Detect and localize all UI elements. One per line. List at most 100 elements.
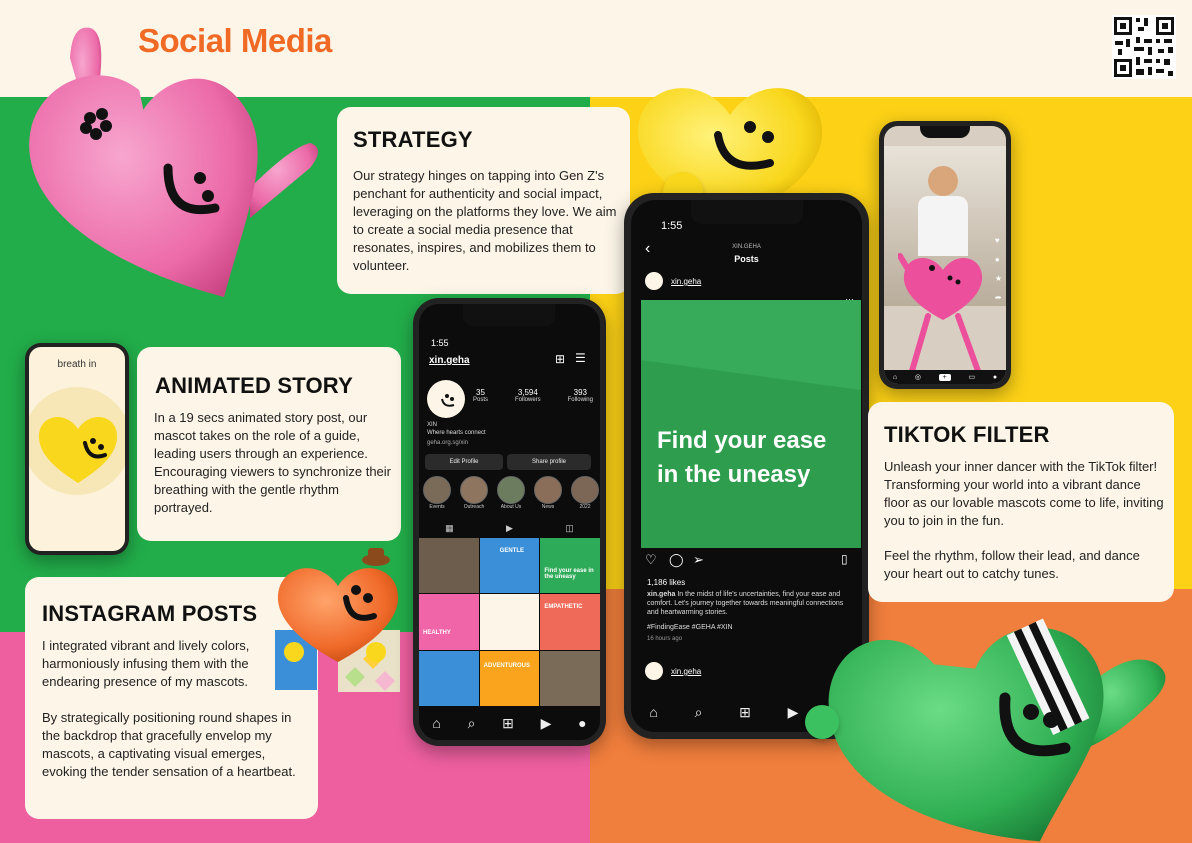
profile-stats: 35 Posts 3,594 Followers 393 Following — [473, 388, 593, 403]
story-phone: breath in — [25, 343, 129, 555]
grid-post[interactable] — [479, 594, 540, 650]
caption-user[interactable]: xin.geha — [647, 591, 675, 598]
profile-avatar[interactable] — [427, 380, 465, 418]
status-time: 1:55 — [431, 338, 449, 348]
post-hashtags[interactable]: #FindingEase #GEHA #XIN — [647, 624, 733, 631]
pink-heart-dancer-icon — [898, 253, 983, 374]
grid-post[interactable]: HEALTHY — [419, 594, 479, 650]
qr-code-icon — [1112, 15, 1176, 79]
profile-screen: 1:55 xin.geha ⊞ ☰ 35 Posts 3,594 Followers… — [419, 304, 600, 740]
instagram-posts-body1: I integrated vibrant and lively colors, … — [42, 638, 250, 689]
profile-bottom-nav: ⌂ ⌕ ⊞ ▶ ● — [419, 706, 600, 740]
post-grid: GENTLE Find your ease in the uneasy HEAL… — [419, 538, 600, 706]
strategy-body: Our strategy hinges on tapping into Gen … — [353, 168, 617, 273]
post-username[interactable]: xin.geha — [671, 277, 701, 286]
stat-followers: 3,594 Followers — [514, 388, 541, 403]
yellow-heart-icon — [38, 416, 118, 483]
post-image-text: Find your ease in the uneasy — [657, 427, 827, 488]
profile-username[interactable]: xin.geha — [429, 355, 470, 366]
tiktok-actions: ♥ ● ★ ➦ — [995, 236, 1002, 302]
highlight-item[interactable]: Events — [423, 476, 451, 510]
grid-post[interactable]: GENTLE — [479, 538, 540, 594]
highlight-item[interactable]: Outreach — [460, 476, 488, 510]
pink-heart-mascot-icon — [29, 27, 318, 298]
stat-following: 393 Following — [567, 388, 593, 403]
next-post-avatar[interactable] — [645, 662, 663, 680]
strategy-card: STRATEGY Our strategy hinges on tapping … — [337, 107, 630, 294]
grid-post[interactable]: Find your ease in the uneasy — [540, 538, 600, 594]
phone-notch — [691, 200, 803, 224]
animated-story-heading: ANIMATED STORY — [155, 373, 353, 398]
profile-icon[interactable]: ● — [993, 374, 997, 381]
likes-count: 1,186 likes — [647, 578, 686, 587]
profile-phone: 1:55 xin.geha ⊞ ☰ 35 Posts 3,594 Followers… — [413, 298, 606, 746]
grid-post[interactable] — [540, 650, 600, 706]
tiktok-comment-icon[interactable]: ● — [995, 255, 1002, 264]
instagram-posts-body2: By strategically positioning round shape… — [42, 710, 296, 779]
tagged-tab-icon[interactable]: ◫ — [565, 523, 574, 534]
add-post-icon[interactable]: ⊞ — [555, 352, 565, 366]
friends-icon[interactable]: ◎ — [915, 373, 921, 381]
home-icon[interactable]: ⌂ — [432, 715, 440, 731]
reels-icon[interactable]: ▶ — [541, 715, 552, 732]
reels-icon[interactable]: ▶ — [788, 704, 799, 721]
tiktok-body1: Unleash your inner dancer with the TikTo… — [884, 459, 1164, 528]
post-time-ago: 16 hours ago — [647, 636, 683, 642]
tiktok-like-icon[interactable]: ♥ — [995, 236, 1002, 245]
share-icon[interactable]: ➢ — [693, 552, 704, 568]
profile-icon[interactable]: ● — [578, 715, 586, 731]
post-header-title: Posts — [734, 254, 759, 264]
highlight-item[interactable]: About Us — [497, 476, 525, 510]
instagram-posts-heading: INSTAGRAM POSTS — [42, 601, 258, 626]
bio-line: Where hearts connect — [427, 430, 486, 436]
phone-notch — [920, 126, 970, 138]
bio-link[interactable]: geha.org.sg/xin — [427, 440, 468, 446]
tiktok-screen: ♥ ● ★ ➦ ⌂ ◎ + ▭ ● — [884, 126, 1006, 384]
post-header-user: XIN.GEHA — [732, 244, 761, 250]
animated-story-body: In a 19 secs animated story post, our ma… — [154, 410, 392, 515]
strategy-heading: STRATEGY — [353, 127, 473, 152]
search-icon[interactable]: ⌕ — [695, 704, 703, 721]
highlight-item[interactable]: News — [534, 476, 562, 510]
phone-notch — [463, 304, 555, 326]
dancer-head — [928, 166, 958, 196]
bookmark-icon[interactable]: ▯ — [841, 552, 848, 566]
grid-tab-icon[interactable]: ▦ — [445, 523, 454, 534]
tiktok-save-icon[interactable]: ★ — [995, 274, 1002, 283]
edit-profile-button[interactable]: Edit Profile — [425, 454, 503, 470]
tiktok-card: TIKTOK FILTER Unleash your inner dancer … — [868, 402, 1174, 602]
search-icon[interactable]: ⌕ — [468, 715, 476, 732]
next-post-username[interactable]: xin.geha — [671, 667, 701, 676]
comment-icon[interactable]: ◯ — [669, 552, 684, 568]
bio-name: XIN — [427, 422, 438, 428]
create-icon[interactable]: ⊞ — [502, 715, 514, 732]
home-icon[interactable]: ⌂ — [893, 374, 897, 381]
green-heart-mascot-icon — [828, 618, 1166, 842]
reels-tab-icon[interactable]: ▶ — [506, 523, 513, 534]
highlights-row: Events Outreach About Us News 2022 — [423, 476, 599, 510]
tiktok-heading: TIKTOK FILTER — [884, 422, 1050, 447]
tiktok-bottom-nav: ⌂ ◎ + ▭ ● — [884, 370, 1006, 384]
inbox-icon[interactable]: ▭ — [969, 373, 976, 381]
post-image[interactable]: Find your ease in the uneasy — [641, 300, 861, 548]
post-caption: xin.geha In the midst of life's uncertai… — [647, 590, 852, 617]
tiktok-phone: ♥ ● ★ ➦ ⌂ ◎ + ▭ ● — [879, 121, 1011, 389]
like-icon[interactable]: ♡ — [645, 552, 657, 568]
post-avatar[interactable] — [645, 272, 663, 290]
tiktok-share-icon[interactable]: ➦ — [995, 293, 1002, 302]
create-icon[interactable]: ⊞ — [739, 704, 751, 721]
green-dot — [805, 705, 839, 739]
home-icon[interactable]: ⌂ — [649, 704, 657, 720]
grid-post[interactable] — [419, 650, 479, 706]
share-profile-button[interactable]: Share profile — [507, 454, 591, 470]
grid-post[interactable]: EMPATHETIC — [540, 594, 600, 650]
menu-icon[interactable]: ☰ — [575, 351, 586, 365]
grid-post[interactable] — [419, 538, 479, 594]
caption-text: In the midst of life's uncertainties, fi… — [647, 591, 844, 616]
highlight-item[interactable]: 2022 — [571, 476, 599, 510]
create-icon[interactable]: + — [938, 373, 951, 381]
orange-heart-mascot-icon — [277, 548, 399, 662]
stat-posts: 35 Posts — [473, 388, 489, 403]
profile-tabs: ▦ ▶ ◫ — [419, 520, 600, 536]
grid-post[interactable]: ADVENTUROUS — [479, 650, 540, 706]
